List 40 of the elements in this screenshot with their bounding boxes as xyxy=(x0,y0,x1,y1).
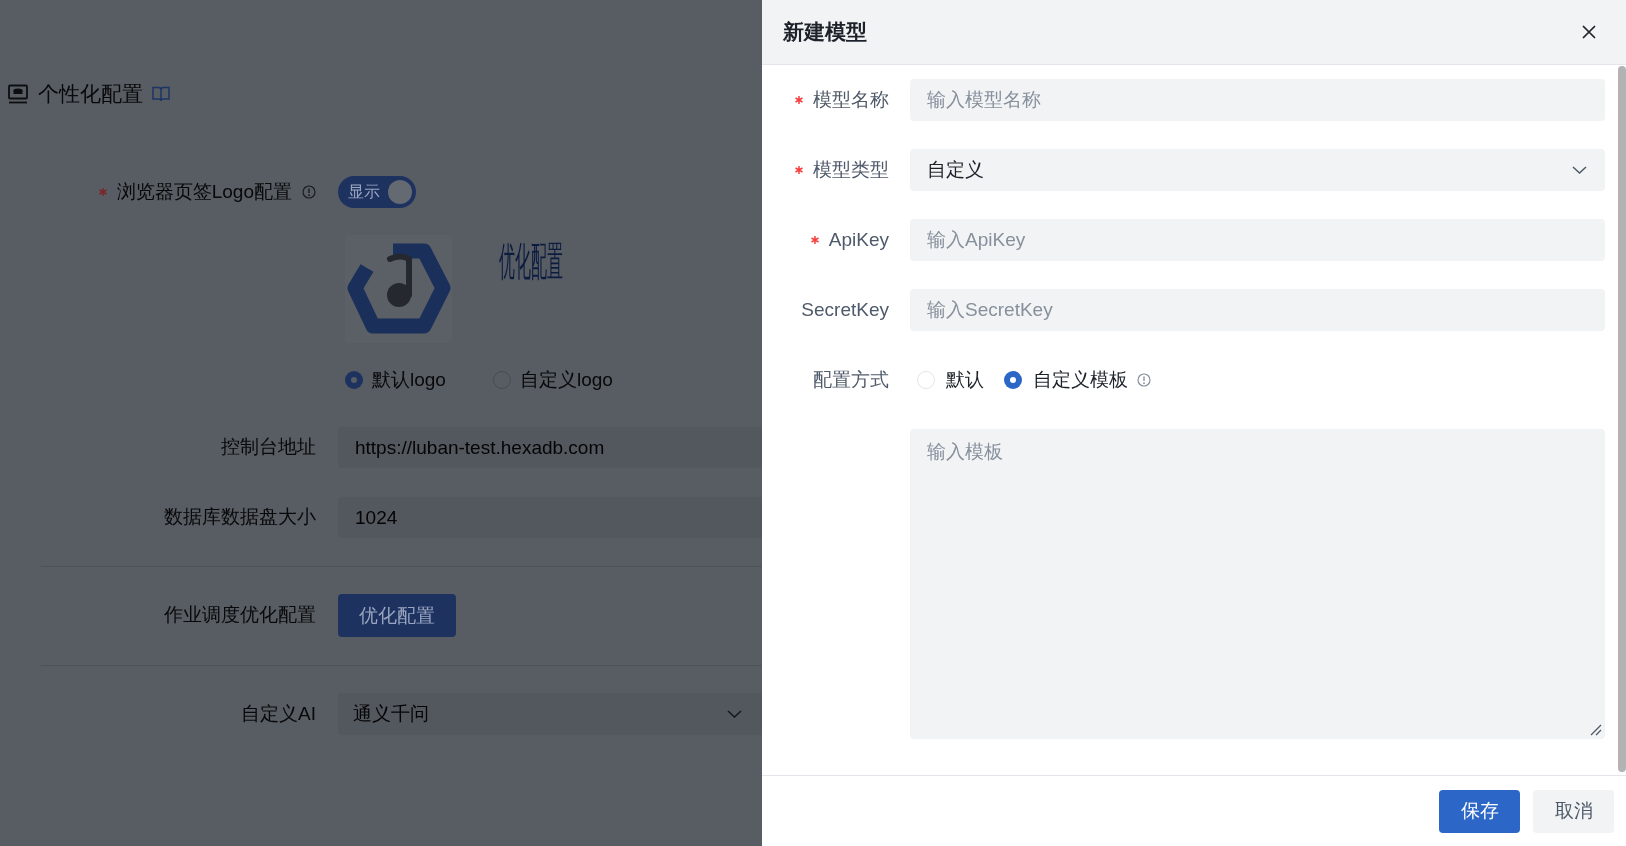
select-field[interactable]: 通义千问 xyxy=(338,693,762,735)
cancel-button[interactable]: 取消 xyxy=(1533,789,1614,833)
input-field[interactable]: https://luban-test.hexadb.com xyxy=(338,427,762,468)
field-label: 配置方式 xyxy=(813,368,889,392)
field-label: 数据库数据盘大小 xyxy=(164,506,316,529)
field-label: 浏览器页签Logo配置 xyxy=(116,180,292,204)
logo-text: 优化配置 xyxy=(499,239,563,283)
input-field[interactable]: 1024 xyxy=(338,497,762,538)
chevron-down-icon xyxy=(1572,166,1587,174)
radio-button[interactable] xyxy=(1004,371,1022,389)
input-field[interactable]: 输入SecretKey xyxy=(910,289,1605,331)
radio-label[interactable]: 自定义logo xyxy=(519,368,613,392)
info-icon[interactable] xyxy=(302,185,316,199)
field-label: SecretKey xyxy=(801,298,889,322)
radio-label[interactable]: 自定义模板 xyxy=(1033,368,1128,392)
input-field[interactable]: 输入ApiKey xyxy=(910,219,1605,261)
field-label: 作业调度优化配置 xyxy=(164,604,316,627)
scrollbar-thumb[interactable] xyxy=(1618,66,1626,772)
field-label: 模型类型 xyxy=(813,158,889,182)
radio-label[interactable]: 默认 xyxy=(946,368,984,392)
field-label: ApiKey xyxy=(828,228,889,252)
input-field[interactable]: 输入模型名称 xyxy=(910,79,1605,121)
radio-button[interactable] xyxy=(345,371,363,389)
book-icon[interactable] xyxy=(152,85,170,102)
field-label: 自定义AI xyxy=(241,702,316,726)
optimize-button[interactable]: 优化配置 xyxy=(338,594,456,637)
radio-label[interactable]: 默认logo xyxy=(372,368,446,392)
info-icon[interactable] xyxy=(1137,373,1151,387)
textarea-field[interactable]: 输入模板 xyxy=(910,429,1605,739)
chevron-down-icon xyxy=(727,710,742,718)
page-title: 个性化配置 xyxy=(38,80,143,107)
field-label: 模型名称 xyxy=(813,88,889,112)
drawer-title: 新建模型 xyxy=(783,19,867,45)
resize-handle-icon[interactable] xyxy=(1590,724,1602,736)
close-icon[interactable] xyxy=(1582,25,1596,39)
field-label: 控制台地址 xyxy=(221,436,316,459)
monitor-icon xyxy=(8,83,28,104)
toggle-switch[interactable]: 显示 xyxy=(338,176,416,208)
select-field[interactable]: 自定义 xyxy=(910,149,1605,191)
save-button[interactable]: 保存 xyxy=(1439,789,1520,833)
